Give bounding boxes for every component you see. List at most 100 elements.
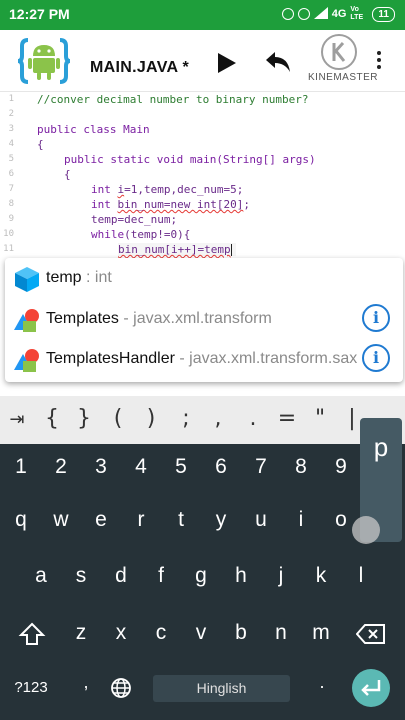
symbols-key[interactable]: ?123	[8, 679, 54, 696]
suggestion-detail: - javax.xml.transform	[118, 310, 272, 327]
signal-icon	[313, 6, 328, 22]
volte-label: Vo LTE	[350, 6, 364, 21]
key-r[interactable]: r	[125, 508, 157, 532]
symbol-key[interactable]: "	[308, 406, 332, 431]
suggestion-item[interactable]: temp : int	[5, 259, 403, 299]
enter-key[interactable]	[352, 669, 390, 707]
key-u[interactable]: u	[245, 508, 277, 532]
key-d[interactable]: d	[105, 564, 137, 588]
line-number: 3	[8, 124, 14, 134]
code-error: bin_num=new int[20]	[117, 198, 244, 211]
key-7[interactable]: 7	[245, 455, 277, 479]
code-line-current: bin_num[i++]=temp	[118, 243, 236, 256]
file-title: MAIN.JAVA *	[90, 59, 190, 76]
key-m[interactable]: m	[305, 621, 337, 645]
key-q[interactable]: q	[5, 508, 37, 532]
shift-key[interactable]	[18, 620, 46, 648]
line-number: 4	[8, 139, 14, 149]
line-number: 5	[8, 154, 14, 164]
key-6[interactable]: 6	[205, 455, 237, 479]
key-h[interactable]: h	[225, 564, 257, 588]
key-1[interactable]: 1	[5, 455, 37, 479]
symbol-key[interactable]: .	[241, 406, 265, 431]
info-icon[interactable]: i	[362, 344, 390, 372]
key-5[interactable]: 5	[165, 455, 197, 479]
symbol-key[interactable]: (	[106, 406, 130, 431]
key-l[interactable]: l	[345, 564, 377, 588]
line-number: 8	[8, 199, 14, 209]
symbol-key[interactable]: ;	[174, 406, 198, 431]
key-e[interactable]: e	[85, 508, 117, 532]
key-9[interactable]: 9	[325, 455, 357, 479]
code-line-array: int bin_num=new int[20];	[91, 198, 250, 211]
more-options-button[interactable]	[372, 48, 386, 78]
comma-key[interactable]: ,	[70, 672, 102, 693]
key-n[interactable]: n	[265, 621, 297, 645]
key-y[interactable]: y	[205, 508, 237, 532]
alarm-icon	[281, 8, 294, 20]
symbol-key[interactable]: =	[275, 406, 299, 431]
key-8[interactable]: 8	[285, 455, 317, 479]
key-j[interactable]: j	[265, 564, 297, 588]
code-keyword: int	[91, 183, 118, 196]
battery-level: 11	[378, 8, 389, 20]
run-button[interactable]	[211, 48, 241, 78]
space-bar[interactable]: Hinglish	[153, 675, 290, 702]
key-a[interactable]: a	[25, 564, 57, 588]
class-icon	[14, 309, 39, 332]
key-z[interactable]: z	[65, 621, 97, 645]
period-key[interactable]: .	[306, 672, 338, 693]
code-line-brace: {	[64, 168, 71, 181]
key-b[interactable]: b	[225, 621, 257, 645]
key-x[interactable]: x	[105, 621, 137, 645]
key-c[interactable]: c	[145, 621, 177, 645]
code-editor[interactable]: 1 2 3 4 5 6 7 8 9 10 11 //conver decimal…	[0, 92, 405, 258]
code-line-main: public static void main(String[] args)	[64, 153, 316, 166]
line-number: 1	[8, 94, 14, 104]
suggestion-label: temp : int	[46, 269, 112, 287]
suggestion-name: temp	[46, 269, 82, 286]
code-text: (temp!=0){	[124, 228, 191, 241]
symbol-key[interactable]: ,	[206, 406, 230, 431]
dot-icon	[377, 65, 381, 69]
key-g[interactable]: g	[185, 564, 217, 588]
key-4[interactable]: 4	[125, 455, 157, 479]
key-s[interactable]: s	[65, 564, 97, 588]
key-t[interactable]: t	[165, 508, 197, 532]
watermark-text: KINEMASTER	[308, 72, 379, 83]
symbol-key[interactable]: }	[72, 406, 96, 431]
suggestion-detail: : int	[81, 269, 112, 286]
symbol-key[interactable]: {	[40, 406, 64, 431]
info-icon[interactable]: i	[362, 304, 390, 332]
status-bar: 12:27 PM 4G Vo LTE 11	[0, 0, 405, 30]
cube-icon	[15, 267, 39, 292]
data-saver-icon	[297, 8, 310, 20]
suggestion-item[interactable]: TemplatesHandler - javax.xml.transform.s…	[5, 340, 403, 380]
key-v[interactable]: v	[185, 621, 217, 645]
key-i[interactable]: i	[285, 508, 317, 532]
tab-key[interactable]: ⇥	[5, 409, 29, 430]
undo-button[interactable]	[263, 48, 293, 78]
autocomplete-popup: temp : int Templates - javax.xml.transfo…	[5, 258, 403, 382]
symbol-key[interactable]: )	[139, 406, 163, 431]
key-w[interactable]: w	[45, 508, 77, 532]
shift-icon	[18, 622, 46, 645]
key-3[interactable]: 3	[85, 455, 117, 479]
key-k[interactable]: k	[305, 564, 337, 588]
text-cursor	[230, 244, 232, 256]
class-icon	[14, 349, 39, 372]
line-number: 6	[8, 169, 14, 179]
suggestion-item[interactable]: Templates - javax.xml.transform i	[5, 300, 403, 340]
code-text: =1,temp,dec_num=5;	[124, 183, 244, 196]
code-line-class: public class Main	[37, 123, 150, 136]
key-f[interactable]: f	[145, 564, 177, 588]
key-2[interactable]: 2	[45, 455, 77, 479]
undo-icon	[266, 52, 290, 72]
line-number: 7	[8, 184, 14, 194]
backspace-key[interactable]	[355, 622, 386, 646]
language-key[interactable]	[110, 677, 132, 699]
android-logo-icon[interactable]	[17, 36, 71, 86]
kinemaster-watermark: KINEMASTER	[308, 30, 379, 90]
touch-indicator	[352, 516, 380, 544]
code-keyword: while	[91, 228, 125, 241]
